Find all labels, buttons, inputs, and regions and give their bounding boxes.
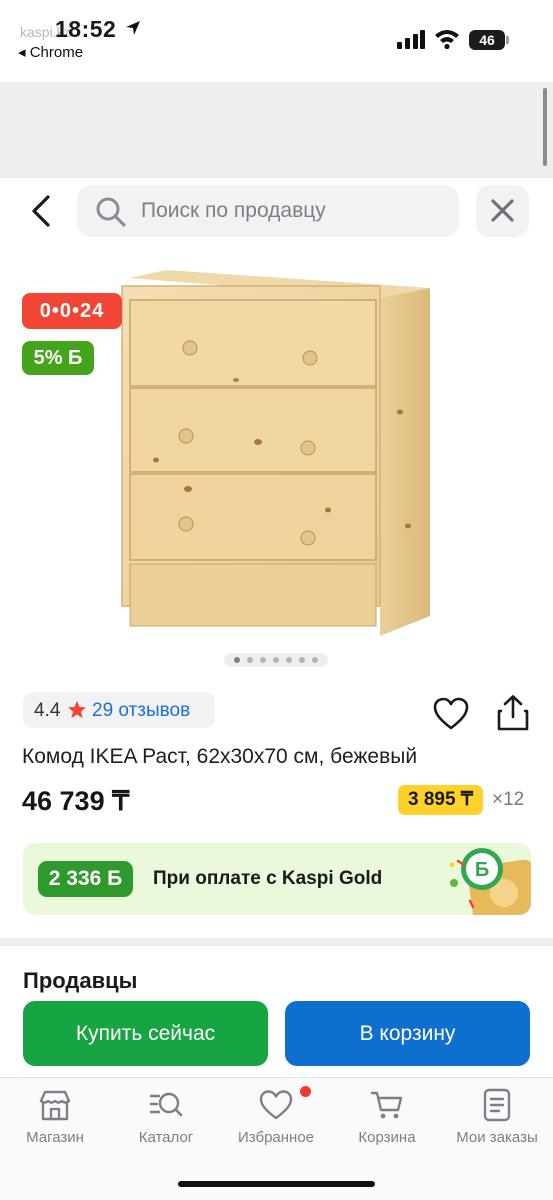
status-bar: kaspi.kz 18:52 ◂ Chrome 46 <box>0 0 553 82</box>
pager-dot[interactable] <box>299 657 306 663</box>
tab-label: Каталог <box>138 1129 194 1146</box>
orders-icon <box>483 1088 511 1122</box>
catalog-search-icon <box>149 1092 183 1117</box>
search-icon <box>96 197 126 227</box>
add-to-cart-button[interactable]: В корзину <box>285 1001 530 1066</box>
location-arrow-icon <box>126 21 140 35</box>
share-icon[interactable] <box>496 694 530 732</box>
buy-now-button[interactable]: Купить сейчас <box>23 1001 268 1066</box>
tab-orders[interactable]: Мои заказы <box>442 1088 552 1158</box>
page-scrollbar[interactable] <box>543 88 547 166</box>
tab-favorites[interactable]: Избранное <box>221 1088 331 1158</box>
pager-dot[interactable] <box>259 657 266 663</box>
tab-label: Избранное <box>237 1129 315 1146</box>
installment-price-badge[interactable]: 3 895 ₸ <box>398 785 483 815</box>
heart-icon <box>259 1090 293 1120</box>
kaspi-gold-card-icon: Б <box>449 848 531 915</box>
store-icon <box>39 1090 71 1121</box>
pager-dot[interactable] <box>233 657 240 663</box>
reviews-link[interactable]: 29 отзывов <box>92 700 190 722</box>
battery-indicator: 46 <box>469 30 505 50</box>
kaspi-gold-promo[interactable]: 2 336 Б При оплате с Kaspi Gold Б <box>23 843 531 915</box>
section-separator <box>0 938 553 946</box>
page-top-band <box>0 82 553 178</box>
close-icon <box>491 199 514 222</box>
tab-label: Корзина <box>358 1129 416 1146</box>
promo-text: При оплате с Kaspi Gold <box>153 868 383 889</box>
tab-catalog[interactable]: Каталог <box>111 1088 221 1158</box>
favorites-notification-dot <box>300 1086 311 1097</box>
back-to-app-link[interactable]: ◂ Chrome <box>18 43 83 61</box>
tab-cart[interactable]: Корзина <box>332 1088 442 1158</box>
product-price: 46 739 ₸ <box>22 786 130 816</box>
favorite-heart-icon[interactable] <box>433 697 469 731</box>
seller-search-input[interactable] <box>141 193 441 229</box>
rating-chip[interactable]: 4.4 29 отзывов <box>23 692 215 728</box>
cart-icon <box>370 1091 403 1119</box>
rating-value: 4.4 <box>34 700 61 721</box>
discount-timer-badge: 0•0•24 <box>22 293 122 329</box>
back-arrow-icon[interactable] <box>28 194 56 228</box>
status-time: 18:52 <box>55 16 117 42</box>
pager-dot[interactable] <box>246 657 253 663</box>
svg-text:Б: Б <box>475 859 489 881</box>
wifi-icon <box>435 30 459 50</box>
image-pager-dots[interactable] <box>224 653 328 667</box>
seller-search-box[interactable] <box>77 185 459 237</box>
tab-label: Мои заказы <box>456 1129 538 1146</box>
bonus-percent-badge: 5% Б <box>22 341 94 375</box>
cellular-signal-icon <box>397 30 425 49</box>
sellers-heading: Продавцы <box>23 968 138 993</box>
battery-tip <box>506 36 509 44</box>
pager-dot[interactable] <box>286 657 293 663</box>
product-title: Комод IKEA Раст, 62x30x70 см, бежевый <box>22 745 418 768</box>
installment-months: ×12 <box>492 789 525 810</box>
promo-bonus-amount: 2 336 Б <box>38 861 133 897</box>
home-indicator[interactable] <box>178 1181 375 1187</box>
tab-label: Магазин <box>26 1129 84 1146</box>
star-icon <box>68 701 86 718</box>
close-search-button[interactable] <box>476 185 529 237</box>
pager-dot[interactable] <box>272 657 279 663</box>
tab-store[interactable]: Магазин <box>0 1088 110 1158</box>
product-photo-dresser[interactable] <box>118 262 438 642</box>
pager-dot[interactable] <box>312 657 319 663</box>
